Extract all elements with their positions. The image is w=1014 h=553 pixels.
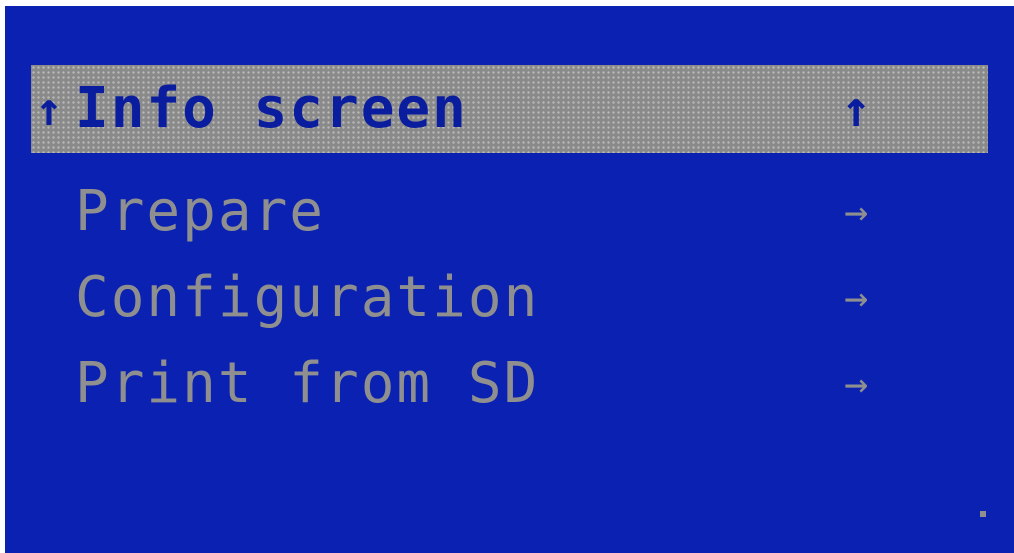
menu-item-print-from-sd[interactable]: Print from SD → — [5, 340, 1014, 428]
menu-item-info-screen[interactable]: ↑ Info screen ↑ — [5, 65, 1014, 153]
lcd-screen: ↑ Info screen ↑ Prepare → Configuration … — [5, 6, 1014, 553]
menu-item-label: Configuration — [75, 265, 540, 330]
up-arrow-icon: ↑ — [35, 82, 63, 136]
menu-item-label: Info screen — [75, 76, 468, 141]
corner-pixel-dot — [980, 511, 986, 517]
submenu-arrow-icon: → — [843, 189, 869, 235]
menu-item-configuration[interactable]: Configuration → — [5, 254, 1014, 342]
back-arrow-icon: ↑ — [840, 80, 872, 138]
submenu-arrow-icon: → — [843, 275, 869, 321]
menu-item-label: Print from SD — [75, 351, 540, 416]
menu-item-label: Prepare — [75, 179, 326, 244]
menu-item-prepare[interactable]: Prepare → — [5, 168, 1014, 256]
submenu-arrow-icon: → — [843, 361, 869, 407]
